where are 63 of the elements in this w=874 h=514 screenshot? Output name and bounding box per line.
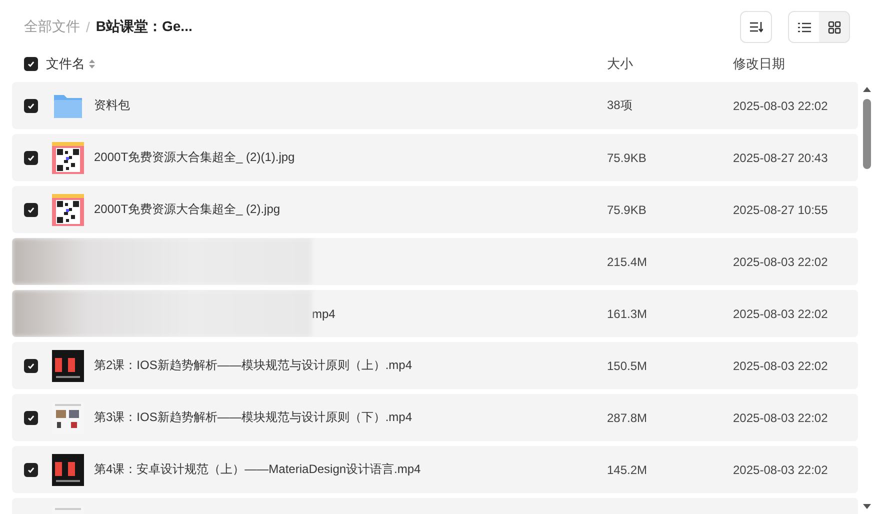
file-row[interactable]: 2000T免费资源大合集超全_ (2)(1).jpg 75.9KB 2025-08-27 20:43 xyxy=(12,134,858,181)
modified-date: 2025-08-27 20:43 xyxy=(733,150,829,164)
row-checkbox[interactable] xyxy=(24,358,38,372)
file-name: 第4课：安卓设计规范（上）——MateriaDesign设计语言.mp4 xyxy=(94,461,421,478)
file-row[interactable]: 第4课：安卓设计规范（上）——MateriaDesign设计语言.mp4 145.2M 2025-08-03 22:02 xyxy=(12,446,858,493)
file-size: 150.5M xyxy=(607,358,648,372)
column-header: 修改日期 xyxy=(733,55,786,73)
row-checkbox[interactable] xyxy=(24,462,38,476)
sort-icon xyxy=(749,21,763,33)
file-row[interactable]: 第3课：IOS新趋势解析——模块规范与设计原则（下）.mp4 287.8M 2025-08-03 22:02 xyxy=(12,394,858,441)
qr-code-thumbnail xyxy=(52,194,84,226)
scroll-down-icon[interactable] xyxy=(862,503,872,510)
select-all-checkbox[interactable] xyxy=(24,57,38,71)
modified-date: 2025-08-03 22:02 xyxy=(733,410,829,424)
breadcrumb-separator: / xyxy=(86,19,90,35)
file-size: 287.8M xyxy=(607,410,648,424)
modified-date: 2025-08-27 10:55 xyxy=(733,202,829,216)
modified-date: 2025-08-03 22:02 xyxy=(733,254,829,268)
video-thumbnail xyxy=(52,454,84,486)
file-name: mp4 xyxy=(312,306,336,320)
modified-date: 2025-08-03 22:02 xyxy=(733,306,829,320)
modified-date: 2025-08-03 22:02 xyxy=(733,98,829,112)
file-row[interactable]: 第2课：IOS新趋势解析——模块规范与设计原则（上）.mp4 150.5M 2025-08-03 22:02 xyxy=(12,342,858,389)
file-row[interactable]: 资料包 38项 2025-08-03 22:02 xyxy=(12,82,858,129)
checkmark-icon xyxy=(27,206,35,214)
qr-code-thumbnail xyxy=(52,142,84,174)
scrollbar-thumb[interactable] xyxy=(863,99,871,169)
file-row[interactable]: 215.4M 2025-08-03 22:02 xyxy=(12,238,858,285)
file-size: 38项 xyxy=(607,97,634,114)
modified-date: 2025-08-03 22:02 xyxy=(733,358,829,372)
checkmark-icon xyxy=(27,414,35,422)
column-header: 大小 xyxy=(607,55,634,73)
column-header[interactable]: 文件名 xyxy=(46,55,85,73)
checkmark-icon xyxy=(27,102,35,110)
row-checkbox[interactable] xyxy=(24,98,38,112)
file-row[interactable]: mp4 161.3M 2025-08-03 22:02 xyxy=(12,290,858,337)
sort-button[interactable] xyxy=(740,11,772,43)
breadcrumb-link[interactable]: B站课堂：Ge... xyxy=(96,18,192,36)
list-view-button[interactable] xyxy=(789,12,819,42)
checkmark-icon xyxy=(27,154,35,162)
checkmark-icon xyxy=(27,466,35,474)
file-name: 2000T免费资源大合集超全_ (2)(1).jpg xyxy=(94,149,295,166)
grid-icon xyxy=(828,20,840,34)
checkmark-icon xyxy=(27,362,35,370)
file-name: 第2课：IOS新趋势解析——模块规范与设计原则（上）.mp4 xyxy=(94,357,412,374)
file-row[interactable]: 2000T免费资源大合集超全_ (2).jpg 75.9KB 2025-08-27 10:55 xyxy=(12,186,858,233)
file-size: 215.4M xyxy=(607,254,648,268)
file-size: 145.2M xyxy=(607,462,648,476)
file-size: 75.9KB xyxy=(607,202,648,216)
file-size: 75.9KB xyxy=(607,150,648,164)
list-icon xyxy=(798,22,810,32)
row-checkbox[interactable] xyxy=(24,410,38,424)
scroll-up-icon[interactable] xyxy=(862,86,872,93)
file-name: 资料包 xyxy=(94,97,130,114)
file-name: 第3课：IOS新趋势解析——模块规范与设计原则（下）.mp4 xyxy=(94,409,412,426)
modified-date: 2025-08-03 22:02 xyxy=(733,462,829,476)
file-name: 2000T免费资源大合集超全_ (2).jpg xyxy=(94,201,280,218)
checkmark-icon xyxy=(27,60,35,68)
video-thumbnail xyxy=(52,350,84,382)
file-size: 161.3M xyxy=(607,306,648,320)
row-checkbox[interactable] xyxy=(24,150,38,164)
sort-icon xyxy=(88,58,96,70)
row-checkbox[interactable] xyxy=(24,202,38,216)
